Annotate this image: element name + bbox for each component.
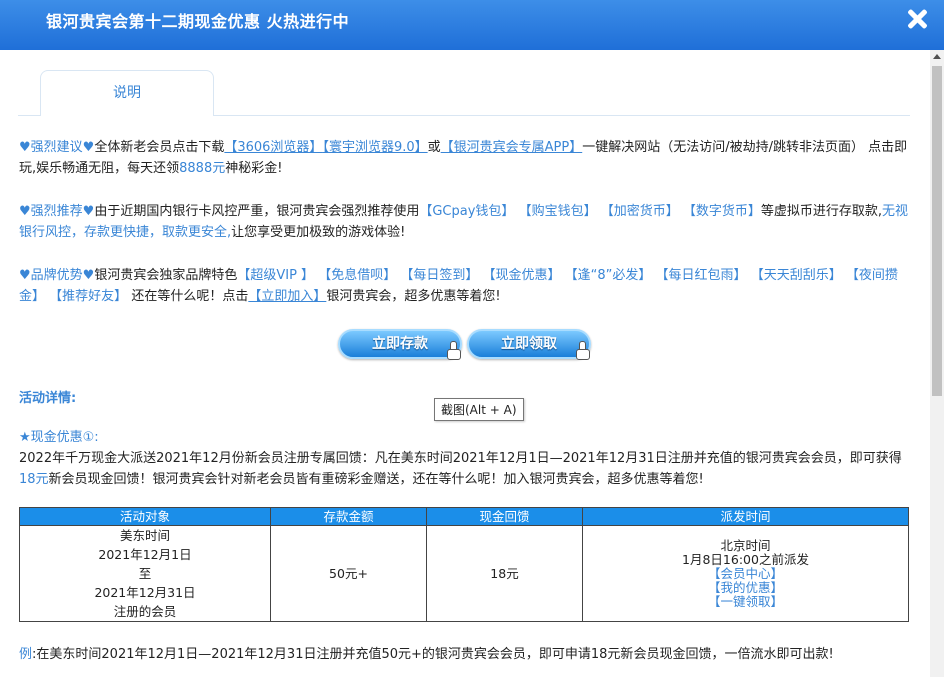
link-member-center[interactable]: 【会员中心】 <box>583 566 908 581</box>
scroll-up-arrow-icon[interactable] <box>933 54 941 59</box>
cell-target: 美东时间 2021年12月1日 至 2021年12月31日 注册的会员 <box>19 525 271 622</box>
tag-interest-free: 【免息借呗】 <box>318 268 397 283</box>
cell-cashback: 18元 <box>426 525 583 622</box>
tag-digital-currency: 【数字货币】 <box>682 204 761 219</box>
column-header-deposit: 存款金额 <box>270 507 427 526</box>
notice-brand-heading: 品牌优势 <box>30 268 83 283</box>
hand-pointer-icon <box>573 341 591 360</box>
tag-goubao: 【购宝钱包】 <box>518 204 597 219</box>
tag-gcpay: 【GCpay钱包】 <box>419 204 515 219</box>
offer-amount: 18元 <box>19 472 49 487</box>
link-app[interactable]: 【银河贵宾会专属APP】 <box>441 140 583 155</box>
modal-title-bar: 银河贵宾会第十二期现金优惠 火热进行中 <box>0 0 944 50</box>
tag-scratch-card: 【天天刮刮乐】 <box>750 268 842 283</box>
tab-description[interactable]: 说明 <box>40 70 214 116</box>
notice-download-or: 或 <box>427 140 441 155</box>
claim-now-label: 立即领取 <box>501 336 557 352</box>
heart-icon: ♥ <box>82 140 95 155</box>
target-line: 2021年12月1日 <box>98 547 192 562</box>
notice-download-text: 全体新老会员点击下载 <box>94 140 225 155</box>
notice-brand-text: 银河贵宾会独家品牌特色 <box>94 268 238 283</box>
heart-icon: ♥ <box>82 204 95 219</box>
tag-lucky-eight: 【逢“8”必发】 <box>564 268 652 283</box>
tag-daily-checkin: 【每日签到】 <box>400 268 479 283</box>
heart-icon: ♥ <box>19 140 31 155</box>
notice-brand-text2: 还在等什么呢！点击 <box>131 289 249 304</box>
notice-recommend-heading: 强烈推荐 <box>30 204 83 219</box>
dispatch-line: 1月8日16:00之前派发 <box>682 551 809 567</box>
claim-now-button[interactable]: 立即领取 <box>467 329 591 360</box>
example-label: 例 <box>19 647 33 662</box>
notice-recommend-text: 由于近期国内银行卡风控严重，银河贵宾会强烈推荐使用 <box>94 204 420 219</box>
table-header-row: 活动对象 存款金额 现金回馈 派发时间 <box>19 507 909 526</box>
table-row: 美东时间 2021年12月1日 至 2021年12月31日 注册的会员 50元+… <box>19 525 909 622</box>
link-my-offers[interactable]: 【我的优惠】 <box>583 580 908 595</box>
link-join-now[interactable]: 【立即加入】 <box>248 289 326 304</box>
offer-title: ★现金优惠①: <box>19 430 99 445</box>
heart-icon: ♥ <box>19 268 31 283</box>
offer-table: 活动对象 存款金额 现金回馈 派发时间 美东时间 2021年12月1日 至 20… <box>19 507 909 622</box>
cell-deposit: 50元+ <box>270 525 427 622</box>
target-line: 至 <box>138 566 152 581</box>
notice-download-text3: 神秘彩金! <box>225 161 283 176</box>
vertical-scrollbar[interactable] <box>930 50 944 677</box>
dispatch-line: 北京时间 <box>720 537 771 553</box>
deposit-now-label: 立即存款 <box>372 336 428 352</box>
screenshot-tooltip: 截图(Alt + A) <box>434 398 524 421</box>
offer-body: 2022年千万现金大派送2021年12月份新会员注册专属回馈：凡在美东时间202… <box>19 448 909 490</box>
scrollbar-thumb[interactable] <box>932 66 942 396</box>
notice-recommend-text2: 等虚拟币进行存取款, <box>760 204 883 219</box>
heart-icon: ♥ <box>82 268 95 283</box>
notice-download: ♥强烈建议♥全体新老会员点击下载【3606浏览器】【寰宇浏览器9.0】或【银河贵… <box>19 137 909 179</box>
example-note: 例:在美东时间2021年12月1日—2021年12月31日注册并充值50元+的银… <box>19 644 909 665</box>
link-huanyu-browser[interactable]: 【寰宇浏览器9.0】 <box>322 140 427 155</box>
cell-dispatch-time: 北京时间 1月8日16:00之前派发 【会员中心】 【我的优惠】 【一键领取】 <box>582 525 909 622</box>
target-line: 注册的会员 <box>113 604 177 619</box>
column-header-target: 活动对象 <box>19 507 271 526</box>
heart-icon: ♥ <box>19 204 31 219</box>
example-text: :在美东时间2021年12月1日—2021年12月31日注册并充值50元+的银河… <box>32 647 834 662</box>
offer-text2: 新会员现金回馈！银河贵宾会针对新老会员皆有重磅彩金赠送，还在等什么呢！加入银河贵… <box>48 472 704 487</box>
modal-title: 银河贵宾会第十二期现金优惠 火热进行中 <box>46 12 350 31</box>
column-header-dispatch-time: 派发时间 <box>582 507 909 526</box>
modal-content: 说明 ♥强烈建议♥全体新老会员点击下载【3606浏览器】【寰宇浏览器9.0】或【… <box>0 50 930 677</box>
tag-crypto: 【加密货币】 <box>600 204 679 219</box>
notice-brand-text3: 银河贵宾会，超多优惠等着您! <box>326 289 501 304</box>
close-icon[interactable] <box>906 8 928 30</box>
deposit-now-button[interactable]: 立即存款 <box>338 329 462 360</box>
notice-brand: ♥品牌优势♥银河贵宾会独家品牌特色【超级VIP 】 【免息借呗】 【每日签到】 … <box>19 265 909 307</box>
notice-recommend-text3: 让您享受更加极致的游戏体验! <box>231 225 406 240</box>
link-3606-browser[interactable]: 【3606浏览器】 <box>224 140 322 155</box>
column-header-cashback: 现金回馈 <box>426 507 583 526</box>
offer-description: ★现金优惠①: 2022年千万现金大派送2021年12月份新会员注册专属回馈：凡… <box>19 427 909 490</box>
tag-cash-bonus: 【现金优惠】 <box>482 268 561 283</box>
tag-refer-friend: 【推荐好友】 <box>49 289 128 304</box>
notice-download-amount: 8888元 <box>179 161 226 176</box>
link-one-click-claim[interactable]: 【一键领取】 <box>583 594 908 609</box>
hand-pointer-icon <box>444 341 462 360</box>
tab-bar: 说明 <box>18 70 910 116</box>
tag-super-vip: 【超级VIP 】 <box>237 268 315 283</box>
notice-download-heading: 强烈建议 <box>30 140 83 155</box>
notice-recommend: ♥强烈推荐♥由于近期国内银行卡风控严重，银河贵宾会强烈推荐使用【GCpay钱包】… <box>19 201 909 243</box>
target-line: 美东时间 <box>119 528 170 543</box>
activity-details-heading: 活动详情: <box>19 391 77 406</box>
target-line: 2021年12月31日 <box>94 585 196 600</box>
tag-red-envelope: 【每日红包雨】 <box>655 268 747 283</box>
offer-text: 2022年千万现金大派送2021年12月份新会员注册专属回馈：凡在美东时间202… <box>19 451 902 466</box>
